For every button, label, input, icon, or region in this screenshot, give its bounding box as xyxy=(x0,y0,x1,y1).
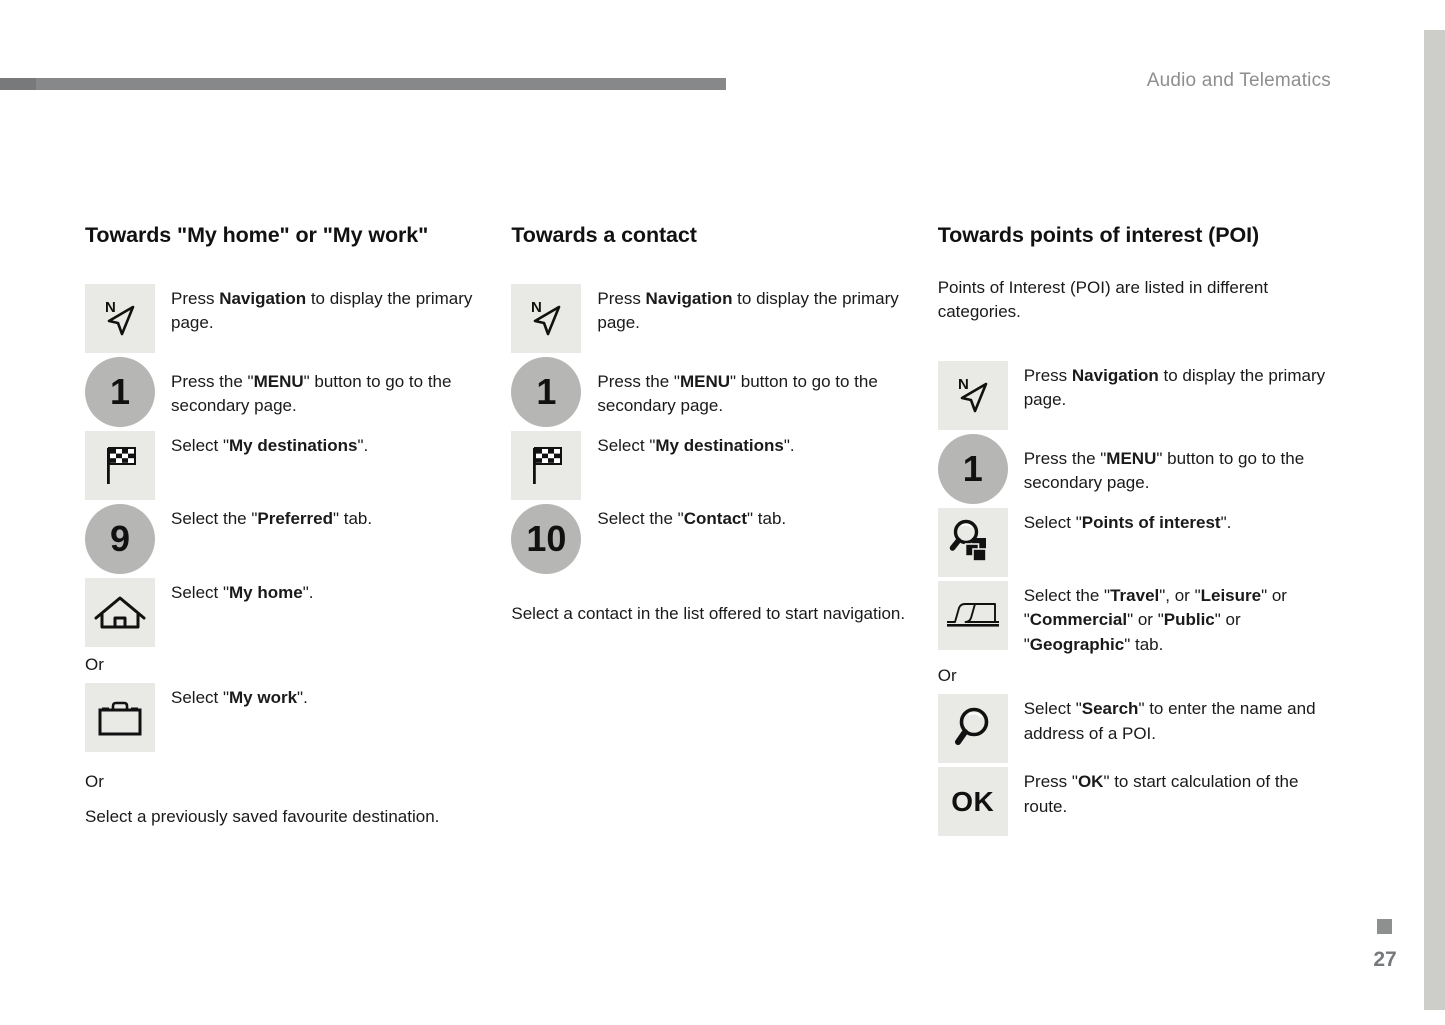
step-row[interactable]: 1 Press the "MENU" button to go to the s… xyxy=(511,356,906,427)
step-text: Press the "MENU" button to go to the sec… xyxy=(597,371,878,416)
step-row[interactable]: 1 Press the "MENU" button to go to the s… xyxy=(85,356,480,427)
step-row[interactable]: Select "My destinations". xyxy=(85,430,480,500)
step-row[interactable]: Select the "Travel", or "Leisure" or "Co… xyxy=(937,580,1345,658)
step-number-label: 1 xyxy=(109,370,131,412)
column-2-title: Towards a contact xyxy=(511,223,697,247)
step-row[interactable]: N Press Navigation to display the primar… xyxy=(511,283,906,353)
step-text: Select "My home". xyxy=(171,582,314,602)
step-row[interactable]: N Press Navigation to display the primar… xyxy=(85,283,480,353)
header-title: Audio and Telematics xyxy=(1146,70,1331,91)
step-text: Select "Search" to enter the name and ad… xyxy=(1023,699,1316,743)
navigation-compass-icon[interactable]: N xyxy=(85,283,155,353)
page-number: 27 xyxy=(1373,948,1397,971)
step-text: Press "OK" to start calculation of the r… xyxy=(1023,772,1299,816)
ok-label: OK xyxy=(951,785,995,817)
step-row[interactable]: Select "My destinations". xyxy=(511,430,906,500)
checkered-flag-icon[interactable] xyxy=(85,430,155,500)
step-number-label: 10 xyxy=(526,517,567,559)
closing-text: Select a previously saved favourite dest… xyxy=(85,806,440,826)
step-text: Press the "MENU" button to go to the sec… xyxy=(1023,448,1305,493)
tab-shape-icon[interactable] xyxy=(937,580,1008,650)
svg-text:N: N xyxy=(105,299,116,316)
step-row[interactable]: Select "Points of interest". xyxy=(937,507,1345,577)
step-text: Press the "MENU" button to go to the sec… xyxy=(171,371,452,416)
step-number-1-icon[interactable]: 1 xyxy=(85,356,155,427)
step-text: Select the "Travel", or "Leisure" or "Co… xyxy=(1023,585,1287,655)
or-separator: Or xyxy=(937,665,957,685)
step-number-1-icon[interactable]: 1 xyxy=(511,356,582,427)
column-1-title: Towards "My home" or "My work" xyxy=(85,223,429,247)
step-text: Select "Points of interest". xyxy=(1023,512,1232,532)
poi-search-icon[interactable] xyxy=(937,507,1008,577)
step-row[interactable]: 1 Press the "MENU" button to go to the s… xyxy=(937,433,1345,504)
step-text: Select "My destinations". xyxy=(597,435,795,455)
svg-text:N: N xyxy=(958,376,969,393)
magnifier-icon[interactable] xyxy=(937,694,1008,764)
step-number-label: 1 xyxy=(962,447,983,489)
step-row[interactable]: 10 Select the "Contact" tab. xyxy=(511,503,906,574)
step-row[interactable]: Select "My home". xyxy=(85,577,480,647)
navigation-compass-icon[interactable]: N xyxy=(937,360,1008,430)
column-points-of-interest: Towards points of interest (POI) Points … xyxy=(937,222,1345,840)
step-row[interactable]: N Press Navigation to display the primar… xyxy=(937,360,1345,430)
or-separator: Or xyxy=(85,654,104,674)
briefcase-icon[interactable] xyxy=(85,683,155,753)
ok-button-icon[interactable]: OK xyxy=(937,767,1008,837)
footer-square-marker xyxy=(1377,919,1392,934)
step-number-label: 9 xyxy=(109,517,131,559)
poi-intro-text: Points of Interest (POI) are listed in d… xyxy=(937,277,1269,322)
or-separator: Or xyxy=(85,772,104,792)
svg-text:N: N xyxy=(531,299,542,316)
right-edge-band xyxy=(1424,30,1445,1010)
step-row[interactable]: 9 Select the "Preferred" tab. xyxy=(85,503,480,574)
house-icon[interactable] xyxy=(85,577,155,647)
step-row[interactable]: Select "Search" to enter the name and ad… xyxy=(937,694,1345,764)
step-text: Select the "Preferred" tab. xyxy=(171,508,373,528)
header-rule-cap xyxy=(0,78,36,90)
step-text: Press Navigation to display the primary … xyxy=(1023,365,1326,410)
step-text: Select the "Contact" tab. xyxy=(597,508,787,528)
step-row[interactable]: Select "My work". xyxy=(85,683,480,753)
column-towards-a-contact: Towards a contact N Press Navigation to … xyxy=(511,222,906,840)
closing-text: Select a contact in the list offered to … xyxy=(511,603,906,623)
column-my-home-or-my-work: Towards "My home" or "My work" N Press N… xyxy=(85,222,480,840)
step-number-1-icon[interactable]: 1 xyxy=(937,433,1008,504)
navigation-compass-icon[interactable]: N xyxy=(511,283,582,353)
step-text: Select "My work". xyxy=(171,688,308,708)
step-text: Select "My destinations". xyxy=(171,435,369,455)
step-number-9-icon[interactable]: 9 xyxy=(85,503,155,574)
step-row[interactable]: OK Press "OK" to start calculation of th… xyxy=(937,767,1345,837)
checkered-flag-icon[interactable] xyxy=(511,430,582,500)
header-rule xyxy=(0,78,726,90)
step-number-10-icon[interactable]: 10 xyxy=(511,503,582,574)
step-text: Press Navigation to display the primary … xyxy=(171,288,473,333)
step-number-label: 1 xyxy=(536,370,557,412)
step-text: Press Navigation to display the primary … xyxy=(597,288,899,333)
content-columns: Towards "My home" or "My work" N Press N… xyxy=(85,222,1345,840)
column-3-title: Towards points of interest (POI) xyxy=(937,223,1260,247)
